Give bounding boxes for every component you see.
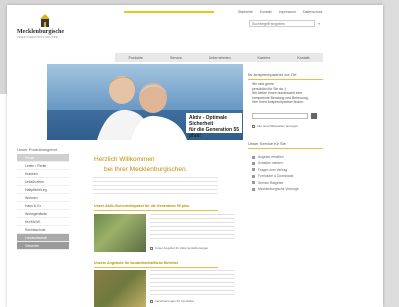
service-title: Unser Service für Sie <box>248 141 286 146</box>
betriebe-section-link[interactable]: Versicherungen für Landwirte <box>150 299 194 303</box>
bullet-icon <box>252 187 255 191</box>
service-list: Angebot erstellen Schaden melden Fragen … <box>252 154 322 192</box>
top-link-kontakt[interactable]: Kontakt <box>260 10 272 14</box>
ansprechpartner-text: Wir sind gerne persönlich für Sie da :) … <box>252 82 322 105</box>
plz-search-button[interactable] <box>311 113 317 119</box>
main-nav: Produkte Service Unternehmen Karriere Ko… <box>115 53 323 62</box>
castle-logo-icon[interactable] <box>38 13 52 27</box>
sidebar-item-kranken[interactable]: Kranken <box>17 170 69 178</box>
service-item-label: Mecklenburgische Vorsorge <box>258 186 299 191</box>
search-input[interactable] <box>249 20 315 27</box>
all-offices-link-label: Alle Geschäftsstellen anzeigen <box>257 124 299 128</box>
service-item[interactable]: Mecklenburgische Vorsorge <box>252 186 322 192</box>
aktiv-section-divider <box>94 210 218 211</box>
betriebe-section-link-label: Versicherungen für Landwirte <box>155 299 195 303</box>
top-links: Startseite Kontakt Impressum Datenschutz <box>238 10 328 14</box>
bullet-icon <box>252 155 255 159</box>
betriebe-section-divider <box>94 267 218 268</box>
sidebar-item-wohngebaeude[interactable]: Wohngebäude <box>17 210 69 218</box>
sidebar-item-landwirtschaft[interactable]: Landwirtschaft <box>17 234 69 242</box>
ansprechpartner-title: Ihr Ansprechpartner vor Ort <box>248 72 297 77</box>
couple-photo-icon <box>97 76 187 140</box>
bullet-icon <box>252 162 255 166</box>
sidebar-item-kfz[interactable]: Kfz/Kfz/W. <box>17 218 69 226</box>
service-item-label: Fragen zum Vertrag <box>258 167 288 172</box>
sidebar-item-haus[interactable]: Haus & Gr. <box>17 202 69 210</box>
hero-banner-line2: für die Generation 55 plus! <box>189 127 240 139</box>
service-divider <box>248 148 323 149</box>
service-item-label: Formulare & Downloads <box>258 174 294 179</box>
betriebe-section-title: Unsere Angebote für landwirtschaftliche … <box>94 261 179 265</box>
plz-input[interactable] <box>252 113 308 119</box>
betriebe-section-text <box>150 270 234 296</box>
nav-item-unternehmen[interactable]: Unternehmen <box>209 56 231 60</box>
sidebar-item-gewerbe[interactable]: Gewerbe <box>17 242 69 250</box>
service-item-label: Service Ratgeber <box>258 180 284 185</box>
background-frame-right <box>382 0 399 307</box>
welcome-heading-line2: bei Ihrer Mecklenburgischen. <box>104 166 188 173</box>
nav-item-kontakt[interactable]: Kontakt <box>297 56 309 60</box>
welcome-heading-line1: Herzlich Willkommen <box>94 156 155 163</box>
search-button[interactable]: » <box>318 21 322 26</box>
bullet-icon <box>252 181 255 185</box>
sidebar-title: Unser Produktangebot <box>17 147 58 152</box>
aktiv-section-text <box>150 214 234 242</box>
bullet-icon <box>252 174 255 178</box>
header-accent-line <box>124 11 214 13</box>
hero-banner[interactable]: Aktiv - Optimale Sicherheit für die Gene… <box>186 113 242 139</box>
aktiv-section-photo[interactable] <box>94 214 146 252</box>
top-link-datenschutz[interactable]: Datenschutz <box>303 10 322 14</box>
ansprechpartner-divider <box>248 79 323 80</box>
sidebar-menu: Privat Leben / Rente Kranken Unfall/Lebe… <box>17 154 69 250</box>
nav-item-karriere[interactable]: Karriere <box>258 56 271 60</box>
aktiv-section-title: Unser Aktiv-Sicherheitspaket für die Gen… <box>94 204 190 208</box>
aktiv-section-link[interactable]: Unser Angebot für Aktiv-Versicherungen <box>150 246 208 250</box>
service-item-label: Angebot erstellen <box>258 155 284 159</box>
top-link-impressum[interactable]: Impressum <box>279 10 296 14</box>
betriebe-section-photo[interactable] <box>94 270 146 307</box>
sidebar-item-leben-rente[interactable]: Leben / Rente <box>17 162 69 170</box>
sidebar-item-unfall[interactable]: Unfall/Leben <box>17 178 69 186</box>
nav-item-produkte[interactable]: Produkte <box>128 56 142 60</box>
sidebar-item-privat[interactable]: Privat <box>17 154 69 162</box>
brand-name[interactable]: Mecklenburgische <box>17 29 79 35</box>
welcome-paragraph <box>93 177 218 195</box>
service-item-label: Schaden melden <box>258 161 283 166</box>
arrow-icon <box>150 299 153 303</box>
ansprech-line5: Hier Ihren Ansprechpartner finden: <box>252 100 304 104</box>
nav-item-service[interactable]: Service <box>170 56 182 60</box>
bullet-icon <box>252 168 255 172</box>
sidebar-item-rechtsschutz[interactable]: Rechtsschutz <box>17 226 69 234</box>
all-offices-link[interactable]: Alle Geschäftsstellen anzeigen <box>252 124 298 128</box>
aktiv-section-link-label: Unser Angebot für Aktiv-Versicherungen <box>155 246 209 250</box>
top-link-startseite[interactable]: Startseite <box>238 10 253 14</box>
brand-tagline: VERSICHERUNGSGRUPPE <box>17 36 59 39</box>
hero-banner-line1: Aktiv - Optimale Sicherheit <box>189 115 228 127</box>
sidebar-item-haftpflicht[interactable]: Haftpflicht/Leg. <box>17 186 69 194</box>
arrow-icon <box>150 246 153 250</box>
checkbox-icon <box>252 124 255 128</box>
sidebar-item-wohnen[interactable]: Wohnen <box>17 194 69 202</box>
